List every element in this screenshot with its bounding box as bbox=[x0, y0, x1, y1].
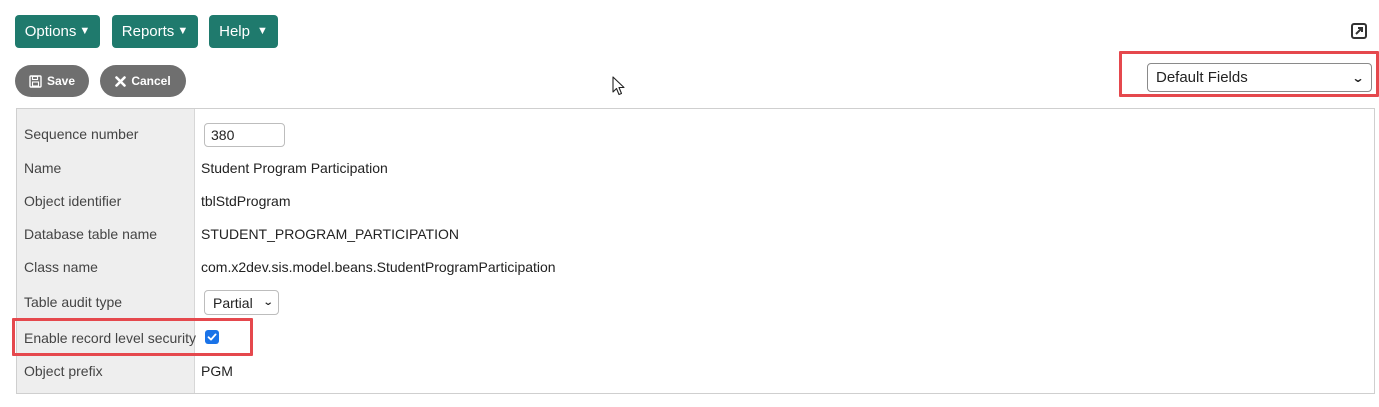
highlight-box-field-set bbox=[1119, 51, 1379, 97]
label-object-prefix: Object prefix bbox=[24, 363, 103, 379]
label-database-table-name: Database table name bbox=[24, 226, 158, 242]
x-icon bbox=[115, 75, 127, 87]
cancel-label: Cancel bbox=[131, 74, 171, 88]
label-name: Name bbox=[24, 160, 62, 176]
caret-down-icon: ▼ bbox=[79, 25, 91, 37]
help-menu-label: Help bbox=[219, 23, 250, 40]
label-table-audit-type: Table audit type bbox=[24, 294, 123, 310]
options-menu-button[interactable]: Options ▼ bbox=[15, 15, 100, 48]
value-database-table-name: STUDENT_PROGRAM_PARTICIPATION bbox=[201, 226, 459, 242]
value-name: Student Program Participation bbox=[201, 160, 388, 176]
reports-menu-button[interactable]: Reports ▼ bbox=[112, 15, 198, 48]
options-menu-label: Options bbox=[24, 23, 77, 40]
sequence-number-input[interactable]: 380 bbox=[204, 123, 285, 147]
reports-menu-label: Reports bbox=[121, 23, 175, 40]
table-audit-type-value: Partial bbox=[213, 294, 253, 311]
sequence-number-value: 380 bbox=[211, 127, 235, 143]
chevron-down-icon: ⌄ bbox=[262, 297, 274, 308]
cancel-button[interactable]: Cancel bbox=[100, 65, 186, 97]
label-object-identifier: Object identifier bbox=[24, 193, 122, 209]
save-label: Save bbox=[46, 74, 76, 88]
popout-icon[interactable] bbox=[1351, 23, 1367, 39]
value-object-identifier: tblStdProgram bbox=[201, 193, 291, 209]
value-class-name: com.x2dev.sis.model.beans.StudentProgram… bbox=[201, 259, 556, 275]
floppy-disk-icon bbox=[29, 74, 42, 88]
label-class-name: Class name bbox=[24, 259, 98, 275]
highlight-box-record-security bbox=[12, 318, 253, 356]
save-button[interactable]: Save bbox=[15, 65, 89, 97]
value-object-prefix: PGM bbox=[201, 363, 233, 379]
label-sequence-number: Sequence number bbox=[24, 126, 139, 142]
caret-down-icon: ▼ bbox=[256, 25, 268, 37]
mouse-cursor-icon bbox=[612, 76, 625, 96]
help-menu-button[interactable]: Help ▼ bbox=[209, 15, 278, 48]
table-audit-type-select[interactable]: Partial ⌄ bbox=[204, 290, 279, 315]
caret-down-icon: ▼ bbox=[177, 25, 189, 37]
